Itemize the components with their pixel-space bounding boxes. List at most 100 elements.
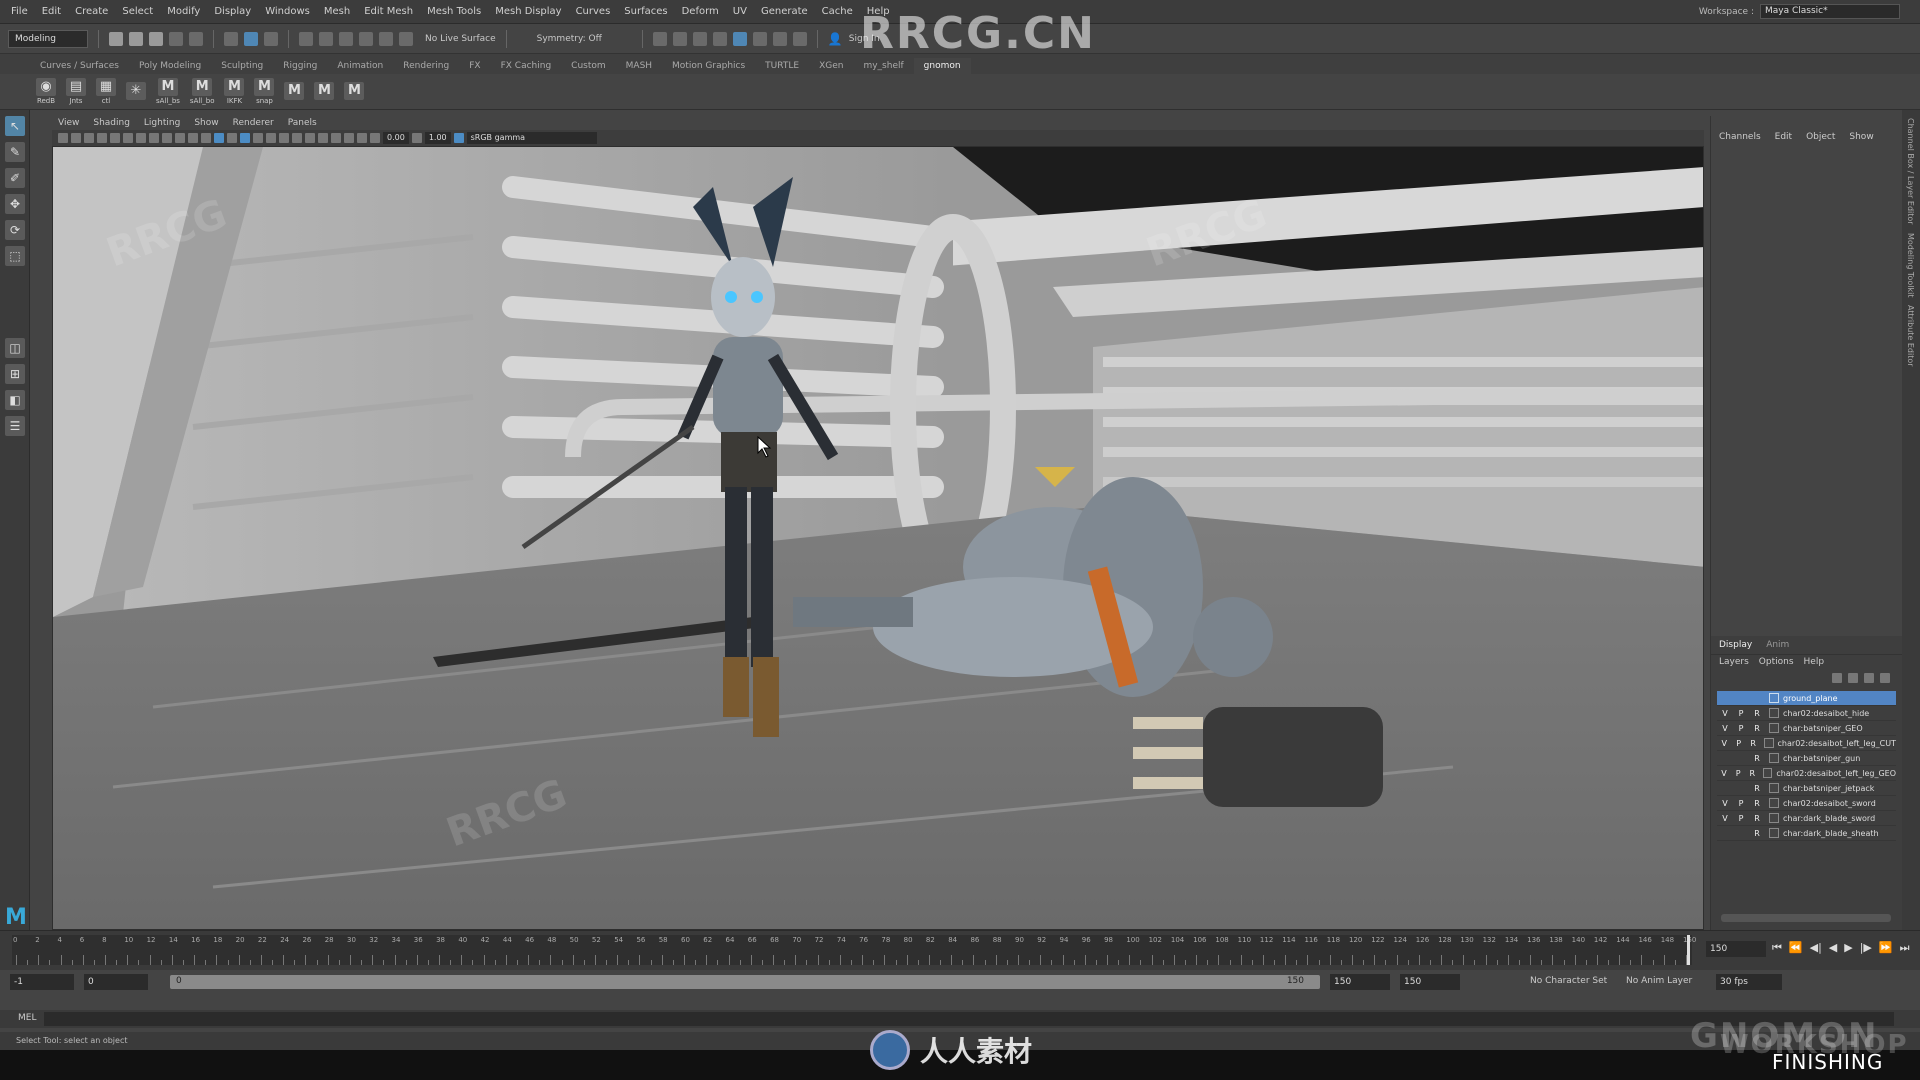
menu-cache[interactable]: Cache	[815, 6, 860, 17]
layer-row[interactable]: V P Rchar:dark_blade_sword	[1717, 811, 1896, 826]
fps-dropdown[interactable]: 30 fps	[1716, 974, 1782, 990]
layer-row[interactable]: Rchar:batsniper_jetpack	[1717, 781, 1896, 796]
shelf-button[interactable]: ▦ ctl	[96, 78, 116, 105]
shelf-tab-gnomon[interactable]: gnomon	[913, 58, 971, 74]
outliner-icon[interactable]: ☰	[5, 416, 25, 436]
layer-toggle-r[interactable]: R	[1749, 799, 1765, 808]
render-frame-icon[interactable]	[672, 31, 687, 46]
lights-icon[interactable]	[253, 133, 263, 143]
time-ruler[interactable]: 0 2 4 6 8 10 12 14 16 18 20 22 24 26 28 30 32 34 36 38 40 42 4…	[12, 935, 1696, 965]
redo-icon[interactable]	[189, 31, 203, 46]
menu-curves[interactable]: Curves	[569, 6, 618, 17]
layer-color-swatch[interactable]	[1769, 723, 1779, 733]
wireframe-on-shaded-icon[interactable]	[227, 133, 237, 143]
select-object-icon[interactable]	[244, 31, 258, 46]
viewport-menu-shading[interactable]: Shading	[93, 118, 130, 128]
viewport-menu-renderer[interactable]: Renderer	[233, 118, 274, 128]
snap-surface-icon[interactable]	[379, 31, 393, 46]
paint-select-icon[interactable]: ✐	[5, 168, 25, 188]
layer-toggle-r[interactable]: R	[1749, 724, 1765, 733]
menu-edit-mesh[interactable]: Edit Mesh	[357, 6, 420, 17]
side-tab[interactable]: Attribute Editor	[1906, 305, 1915, 367]
select-hierarchy-icon[interactable]	[224, 31, 238, 46]
menu-select[interactable]: Select	[115, 6, 160, 17]
shelf-button[interactable]: M	[284, 82, 305, 101]
render-setup-icon[interactable]	[752, 31, 767, 46]
layer-tab-anim[interactable]: Anim	[1766, 640, 1789, 650]
layer-menu-help[interactable]: Help	[1804, 657, 1825, 667]
image-plane-icon[interactable]	[97, 133, 107, 143]
shelf-tab-mash[interactable]: MASH	[616, 58, 662, 74]
menu-surfaces[interactable]: Surfaces	[617, 6, 674, 17]
render-view-icon[interactable]	[652, 31, 667, 46]
menu-mesh-tools[interactable]: Mesh Tools	[420, 6, 488, 17]
shelf-tab-rigging[interactable]: Rigging	[273, 58, 327, 74]
layer-color-swatch[interactable]	[1769, 798, 1779, 808]
perspective-viewport[interactable]: RRCG RRCG RRCG	[52, 146, 1704, 930]
layer-color-swatch[interactable]	[1769, 708, 1779, 718]
user-icon[interactable]: 👤	[828, 32, 843, 46]
shelf-button[interactable]: MsAll_bs	[156, 78, 180, 105]
shelf-tab-motion-graphics[interactable]: Motion Graphics	[662, 58, 755, 74]
layer-toggle-r[interactable]: R	[1746, 739, 1760, 748]
layer-color-swatch[interactable]	[1769, 693, 1779, 703]
depth-of-field-icon[interactable]	[318, 133, 328, 143]
menu-mesh-display[interactable]: Mesh Display	[488, 6, 568, 17]
range-bar-handle[interactable]: 0 150	[170, 975, 1320, 989]
range-bar[interactable]: 0 150	[170, 975, 1320, 989]
hypershade-icon[interactable]	[732, 31, 747, 46]
snap-grid-icon[interactable]	[299, 31, 313, 46]
viewport-menu-lighting[interactable]: Lighting	[144, 118, 180, 128]
menu-modify[interactable]: Modify	[160, 6, 207, 17]
isolate-select-icon[interactable]	[331, 133, 341, 143]
menu-display[interactable]: Display	[207, 6, 258, 17]
shelf-button[interactable]: ▤ Jnts	[66, 78, 86, 105]
viewport-menu-view[interactable]: View	[58, 118, 79, 128]
layer-toggle-p[interactable]: P	[1733, 709, 1749, 718]
channel-menu-show[interactable]: Show	[1849, 132, 1873, 142]
step-forward-frame-icon[interactable]: |▶	[1860, 941, 1872, 955]
ambient-occlusion-icon[interactable]	[279, 133, 289, 143]
gamma-field[interactable]: 1.00	[424, 132, 451, 144]
workspace-dropdown[interactable]: Maya Classic*	[1760, 4, 1900, 19]
side-tab[interactable]: Modeling Toolkit	[1906, 233, 1915, 297]
character-set-dropdown[interactable]: No Character Set	[1530, 976, 1607, 986]
layer-color-swatch[interactable]	[1769, 813, 1779, 823]
shadows-icon[interactable]	[266, 133, 276, 143]
menu-help[interactable]: Help	[860, 6, 897, 17]
layer-toggle-v[interactable]: V	[1717, 739, 1731, 748]
snap-view-icon[interactable]	[359, 31, 373, 46]
menu-file[interactable]: File	[4, 6, 35, 17]
layer-row[interactable]: V P Rchar02:desaibot_sword	[1717, 796, 1896, 811]
select-tool-icon[interactable]: ↖	[5, 116, 25, 136]
snap-vertex-icon[interactable]	[399, 31, 413, 46]
snap-point-icon[interactable]	[339, 31, 353, 46]
ipr-render-icon[interactable]	[692, 31, 707, 46]
camera-select-icon[interactable]	[58, 133, 68, 143]
undo-icon[interactable]	[169, 31, 183, 46]
layer-menu-layers[interactable]: Layers	[1719, 657, 1749, 667]
xray-joints-icon[interactable]	[357, 133, 367, 143]
playback-end-field[interactable]: 150	[1330, 974, 1390, 990]
viewport-menu-show[interactable]: Show	[194, 118, 218, 128]
menu-windows[interactable]: Windows	[258, 6, 317, 17]
viewport-menu-panels[interactable]: Panels	[288, 118, 317, 128]
layer-toggle-p[interactable]: P	[1733, 799, 1749, 808]
menu-deform[interactable]: Deform	[675, 6, 726, 17]
layer-row[interactable]: V P Rchar02:desaibot_hide	[1717, 706, 1896, 721]
layer-toggle-r[interactable]: R	[1749, 784, 1765, 793]
new-layer-from-selection-icon[interactable]	[1880, 673, 1890, 683]
layer-row[interactable]: Rchar:batsniper_gun	[1717, 751, 1896, 766]
shelf-button[interactable]: ✳	[126, 82, 146, 101]
lasso-tool-icon[interactable]: ✎	[5, 142, 25, 162]
new-empty-layer-icon[interactable]	[1864, 673, 1874, 683]
menu-uv[interactable]: UV	[726, 6, 754, 17]
layer-tab-display[interactable]: Display	[1719, 640, 1752, 650]
playback-start-field[interactable]: 0	[84, 974, 148, 990]
animation-end-field[interactable]: 150	[1400, 974, 1460, 990]
layer-color-swatch[interactable]	[1763, 768, 1773, 778]
symmetry-dropdown[interactable]: Symmetry: Off	[537, 34, 602, 44]
menu-create[interactable]: Create	[68, 6, 115, 17]
channel-menu-object[interactable]: Object	[1806, 132, 1835, 142]
layer-toggle-r[interactable]: R	[1749, 829, 1765, 838]
